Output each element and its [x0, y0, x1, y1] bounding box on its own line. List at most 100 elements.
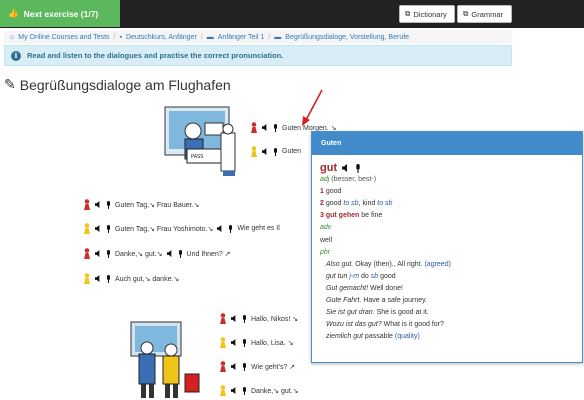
home-icon: ⌂	[10, 34, 15, 41]
breadcrumb-item-lesson[interactable]: Begrüßungsdialoge, Vorstellung, Berufe	[285, 34, 409, 41]
microphone-icon[interactable]	[242, 386, 247, 395]
popup-header: Guten	[312, 132, 582, 155]
sense-object: to sb	[377, 200, 393, 208]
edit-icon: ✎	[4, 76, 16, 92]
popup-body: gut adj (besser, best-) 1 good 2 good to…	[312, 155, 582, 350]
speaker-icon[interactable]	[342, 164, 350, 173]
pos-adj: adj	[320, 176, 330, 184]
phrase-7: ziemlich gut passable (quality)	[320, 331, 574, 343]
info-icon: i	[11, 50, 21, 61]
yellow-speaker-icon	[220, 385, 226, 396]
phrase-note: (agreed)	[424, 260, 451, 268]
speaker-icon[interactable]	[95, 275, 102, 282]
breadcrumb-item-part[interactable]: Anfänger Teil 1	[218, 34, 265, 41]
folder-icon: ▬	[206, 34, 214, 41]
sense-number: 2	[320, 200, 324, 208]
phrase-english: Have a safe journey.	[363, 297, 428, 305]
breadcrumb-separator: /	[113, 34, 116, 41]
external-link-icon: ⧉	[405, 9, 411, 18]
speaker-icon[interactable]	[231, 315, 238, 322]
microphone-icon[interactable]	[242, 362, 247, 371]
microphone-icon[interactable]	[106, 249, 111, 258]
adj-forms: (besser, best-)	[331, 176, 377, 184]
speaker-icon[interactable]	[231, 387, 238, 394]
microphone-icon[interactable]	[106, 224, 111, 233]
phrase-4: Gute Fahrt. Have a safe journey.	[320, 295, 574, 307]
dialog-text[interactable]: Und Ihnen? ↗	[187, 250, 231, 258]
phrase-english: Well done!	[369, 284, 403, 292]
phrase-3: Gut gemacht! Well done!	[320, 283, 574, 295]
grammar-button[interactable]: ⧉ Grammar	[457, 5, 512, 23]
lemma-line: gut	[320, 162, 574, 174]
speaker-icon[interactable]	[231, 363, 238, 370]
dialog3-line-2: Hallo, Lisa. ↘	[219, 337, 293, 348]
microphone-icon[interactable]	[273, 123, 278, 132]
thumbs-up-icon: 👍	[8, 8, 19, 18]
speaker-icon[interactable]	[95, 250, 102, 257]
sense-phrase: gut gehen	[325, 212, 360, 220]
phrase-5: Sie ist gut dran. She is good at it.	[320, 307, 574, 319]
speaker-icon[interactable]	[231, 339, 238, 346]
dialog-text[interactable]: Wie geht es Il	[237, 225, 279, 232]
phrase-english: passable	[364, 333, 393, 341]
top-bar: 👍 Next exercise (1/7) ⧉ Dictionary ⧉ Gra…	[0, 0, 584, 28]
sense-text: , kind	[358, 200, 376, 208]
phrase-2: gut tun j-m do sb good	[320, 271, 574, 283]
microphone-icon[interactable]	[355, 163, 361, 173]
dialog-text[interactable]: Auch gut,↘ danke.↘	[115, 275, 179, 283]
dialog-text[interactable]: Guten	[282, 148, 301, 155]
phrase-english: What is it good for?	[383, 321, 444, 329]
sense-number: 1	[320, 188, 324, 196]
phrase-6: Wozu ist das gut? What is it good for?	[320, 319, 574, 331]
breadcrumb-item-courses[interactable]: My Online Courses and Tests	[18, 34, 109, 41]
dialog-text[interactable]: Hallo, Nikos! ↘	[251, 315, 298, 323]
dialog-text[interactable]: Danke,↘ gut.↘	[251, 387, 299, 395]
yellow-speaker-icon	[251, 146, 257, 157]
speaker-icon[interactable]	[217, 225, 224, 232]
speaker-icon[interactable]	[166, 250, 174, 257]
dialog-text[interactable]: Hallo, Lisa. ↘	[251, 339, 293, 347]
travellers-illustration	[130, 321, 200, 398]
yellow-speaker-icon	[84, 273, 90, 284]
pos-phr: phr	[320, 248, 331, 256]
phrase-english: good	[378, 272, 396, 280]
sense-text: be fine	[361, 212, 383, 220]
breadcrumb-separator: /	[268, 34, 271, 41]
speaker-icon[interactable]	[262, 124, 269, 131]
page-title-text: Begrüßungsdialoge am Flughafen	[19, 76, 231, 93]
breadcrumb-item-course[interactable]: Deutschkurs, Anfänger	[126, 34, 197, 41]
red-speaker-icon	[84, 199, 90, 210]
speaker-icon[interactable]	[262, 148, 269, 155]
phrase-german: Wozu ist das gut?	[326, 321, 382, 329]
dictionary-button[interactable]: ⧉ Dictionary	[399, 5, 455, 23]
sense-3: 3 gut gehen be fine	[320, 210, 574, 222]
next-exercise-button[interactable]: 👍 Next exercise (1/7)	[0, 0, 120, 27]
dialog-text[interactable]: Guten Tag,↘ Frau Yoshimoto.↘	[115, 225, 213, 233]
microphone-icon[interactable]	[242, 338, 247, 347]
dialog-text[interactable]: Wie geht's? ↗	[251, 363, 295, 371]
yellow-speaker-icon	[84, 223, 90, 234]
microphone-icon[interactable]	[178, 249, 183, 258]
speaker-icon[interactable]	[95, 225, 102, 232]
next-exercise-label: Next exercise (1/7)	[23, 8, 99, 19]
speaker-icon[interactable]	[95, 201, 102, 208]
microphone-icon[interactable]	[106, 274, 111, 283]
dialog2-line-1: Guten Tag,↘ Frau Bauer.↘	[83, 199, 199, 210]
microphone-icon[interactable]	[242, 314, 247, 323]
book-icon: ▪	[119, 34, 122, 41]
folder-icon: ▬	[274, 34, 282, 41]
page-title: ✎ Begrüßungsdialoge am Flughafen	[4, 76, 231, 93]
dialog-text[interactable]: Danke,↘ gut.↘	[115, 250, 163, 258]
red-speaker-icon	[220, 361, 226, 372]
dictionary-label: Dictionary	[413, 9, 447, 19]
sense-text: good	[325, 200, 342, 208]
microphone-icon[interactable]	[228, 224, 233, 233]
red-speaker-icon	[220, 313, 226, 324]
microphone-icon[interactable]	[106, 200, 111, 209]
phrase-object: j-m	[349, 272, 360, 280]
dialog2-line-2: Guten Tag,↘ Frau Yoshimoto.↘ Wie geht es…	[83, 223, 280, 234]
phrase-1: Also gut. Okay (then)., All right. (agre…	[320, 259, 574, 271]
dialog-text[interactable]: Guten Tag,↘ Frau Bauer.↘	[115, 201, 199, 209]
microphone-icon[interactable]	[273, 147, 278, 156]
phrase-german: Sie ist gut dran.	[326, 309, 375, 317]
